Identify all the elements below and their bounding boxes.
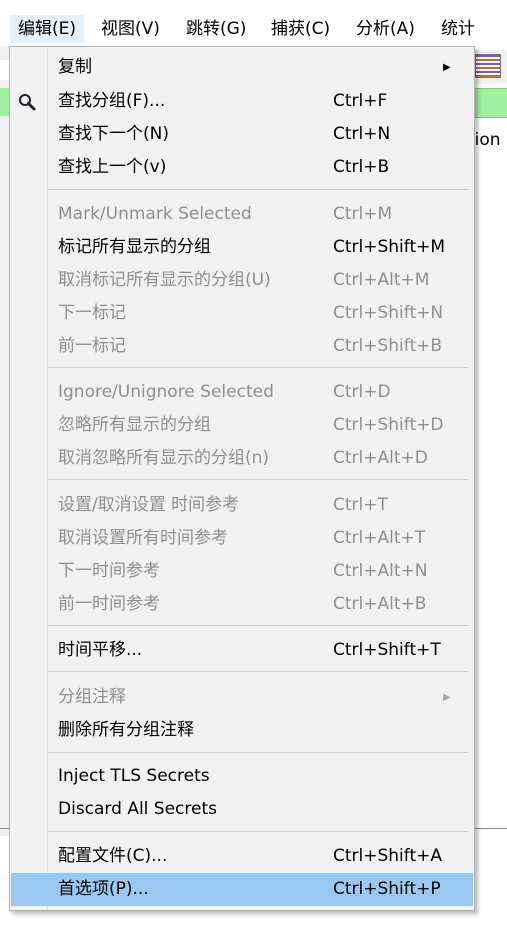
menu-item-shortcut: Ctrl+Shift+M xyxy=(333,237,446,257)
menu-item-shortcut: Ctrl+Alt+T xyxy=(333,528,426,548)
submenu-arrow-icon: ▶ xyxy=(443,62,451,73)
background-divider xyxy=(0,828,9,829)
menu-item-label: 前一标记 xyxy=(58,336,126,356)
menu-item-label: 取消标记所有显示的分组(U) xyxy=(58,270,271,290)
menu-item-shortcut: Ctrl+Shift+P xyxy=(333,879,441,899)
menu-item-label: 取消忽略所有显示的分组(n) xyxy=(58,448,270,468)
menu-item-shortcut: Ctrl+Shift+A xyxy=(333,846,443,866)
menubar-capture[interactable]: 捕获(C) xyxy=(263,15,338,43)
menu-item-label: Ignore/Unignore Selected xyxy=(58,382,274,402)
menu-item-next-mark[interactable]: 下一标记 Ctrl+Shift+N xyxy=(11,297,473,330)
menu-item-discard-all-secrets[interactable]: Discard All Secrets xyxy=(11,793,473,826)
background-filter-bar-right xyxy=(470,88,507,118)
menu-item-shortcut: Ctrl+Alt+N xyxy=(333,561,428,581)
menu-item-label: Discard All Secrets xyxy=(58,799,217,819)
menu-item-label: 下一时间参考 xyxy=(58,561,160,581)
menu-item-label: 下一标记 xyxy=(58,303,126,323)
menu-item-shortcut: Ctrl+Alt+D xyxy=(333,448,428,468)
menu-item-next-time-reference[interactable]: 下一时间参考 Ctrl+Alt+N xyxy=(11,555,473,588)
menu-item-shortcut: Ctrl+Alt+M xyxy=(333,270,430,290)
menu-separator xyxy=(48,831,468,832)
background-divider-right xyxy=(470,828,507,829)
magnifier-icon xyxy=(19,94,36,111)
menu-item-label: 设置/取消设置 时间参考 xyxy=(58,495,240,515)
menu-item-inject-tls-secrets[interactable]: Inject TLS Secrets xyxy=(11,760,473,793)
menu-item-label: 分组注释 xyxy=(58,687,126,707)
menu-item-shortcut: Ctrl+Alt+B xyxy=(333,594,427,614)
menu-item-ignore-all-displayed[interactable]: 忽略所有显示的分组 Ctrl+Shift+D xyxy=(11,409,473,442)
menu-item-shortcut: Ctrl+Shift+B xyxy=(333,336,443,356)
menu-item-preferences[interactable]: 首选项(P)... Ctrl+Shift+P xyxy=(11,873,473,906)
menu-item-shortcut: Ctrl+D xyxy=(333,382,391,402)
menu-item-mark-all-displayed[interactable]: 标记所有显示的分组 Ctrl+Shift+M xyxy=(11,231,473,264)
menu-item-shortcut: Ctrl+Shift+N xyxy=(333,303,444,323)
menu-item-configuration-profiles[interactable]: 配置文件(C)... Ctrl+Shift+A xyxy=(11,840,473,873)
menu-item-label: 前一时间参考 xyxy=(58,594,160,614)
menu-separator xyxy=(48,671,468,672)
background-window xyxy=(0,46,9,836)
menu-item-find-previous[interactable]: 查找上一个(v) Ctrl+B xyxy=(11,151,473,184)
menu-item-find-packet[interactable]: 查找分组(F)... Ctrl+F xyxy=(11,85,473,118)
submenu-arrow-icon: ▶ xyxy=(443,692,451,703)
menu-item-unmark-all-displayed[interactable]: 取消标记所有显示的分组(U) Ctrl+Alt+M xyxy=(11,264,473,297)
menu-item-shortcut: Ctrl+T xyxy=(333,495,388,515)
menu-item-label: 查找下一个(N) xyxy=(58,124,169,144)
menubar: 编辑(E) 视图(V) 跳转(G) 捕获(C) 分析(A) 统计(S) xyxy=(0,0,507,67)
menu-item-find-next[interactable]: 查找下一个(N) Ctrl+N xyxy=(11,118,473,151)
menu-item-label: 时间平移... xyxy=(58,640,143,660)
menu-item-label: 首选项(P)... xyxy=(58,879,149,899)
menu-item-time-shift[interactable]: 时间平移... Ctrl+Shift+T xyxy=(11,634,473,667)
menubar-view[interactable]: 视图(V) xyxy=(93,15,168,43)
menu-item-label: 复制 xyxy=(58,57,92,77)
coloring-rules-icon[interactable] xyxy=(475,54,501,78)
menu-item-shortcut: Ctrl+B xyxy=(333,157,390,177)
background-filter-bar xyxy=(0,88,9,116)
menu-item-unset-all-time-references[interactable]: 取消设置所有时间参考 Ctrl+Alt+T xyxy=(11,522,473,555)
menu-item-previous-mark[interactable]: 前一标记 Ctrl+Shift+B xyxy=(11,330,473,363)
menu-item-label: 配置文件(C)... xyxy=(58,846,168,866)
menubar-edit[interactable]: 编辑(E) xyxy=(10,15,85,43)
menu-item-previous-time-reference[interactable]: 前一时间参考 Ctrl+Alt+B xyxy=(11,588,473,621)
menu-item-unignore-all-displayed[interactable]: 取消忽略所有显示的分组(n) Ctrl+Alt+D xyxy=(11,442,473,475)
menu-separator xyxy=(48,625,468,626)
menu-item-ignore-unignore-selected[interactable]: Ignore/Unignore Selected Ctrl+D xyxy=(11,376,473,409)
menu-item-shortcut: Ctrl+M xyxy=(333,204,393,224)
menu-separator xyxy=(48,752,468,753)
edit-menu-dropdown: 复制 ▶ 查找分组(F)... Ctrl+F 查找下一个(N) Ctrl+N 查… xyxy=(9,46,475,911)
menu-item-mark-unmark-selected[interactable]: Mark/Unmark Selected Ctrl+M xyxy=(11,198,473,231)
menu-item-label: 查找分组(F)... xyxy=(58,91,166,111)
menu-item-shortcut: Ctrl+Shift+D xyxy=(333,415,444,435)
menubar-analyze[interactable]: 分析(A) xyxy=(348,15,423,43)
menu-item-label: Mark/Unmark Selected xyxy=(58,204,252,224)
background-window-strip xyxy=(0,60,9,80)
menu-item-copy[interactable]: 复制 ▶ xyxy=(11,51,473,84)
menu-item-label: 取消设置所有时间参考 xyxy=(58,528,228,548)
menu-item-label: 查找上一个(v) xyxy=(58,157,167,177)
menu-item-shortcut: Ctrl+F xyxy=(333,91,388,111)
menu-item-shortcut: Ctrl+N xyxy=(333,124,391,144)
menubar-statistics[interactable]: 统计(S) xyxy=(433,15,507,67)
menu-item-label: 删除所有分组注释 xyxy=(58,720,194,740)
menu-separator xyxy=(48,367,468,368)
menu-item-packet-comments[interactable]: 分组注释 ▶ xyxy=(11,681,473,714)
menu-item-label: Inject TLS Secrets xyxy=(58,766,210,786)
menubar-go[interactable]: 跳转(G) xyxy=(178,15,254,43)
menu-item-label: 忽略所有显示的分组 xyxy=(58,415,211,435)
menu-item-shortcut: Ctrl+Shift+T xyxy=(333,640,441,660)
menu-item-delete-all-packet-comments[interactable]: 删除所有分组注释 xyxy=(11,714,473,747)
menu-separator xyxy=(48,189,468,190)
menu-separator xyxy=(48,479,468,480)
menu-item-label: 标记所有显示的分组 xyxy=(58,237,211,257)
menu-item-set-time-reference[interactable]: 设置/取消设置 时间参考 Ctrl+T xyxy=(11,489,473,522)
